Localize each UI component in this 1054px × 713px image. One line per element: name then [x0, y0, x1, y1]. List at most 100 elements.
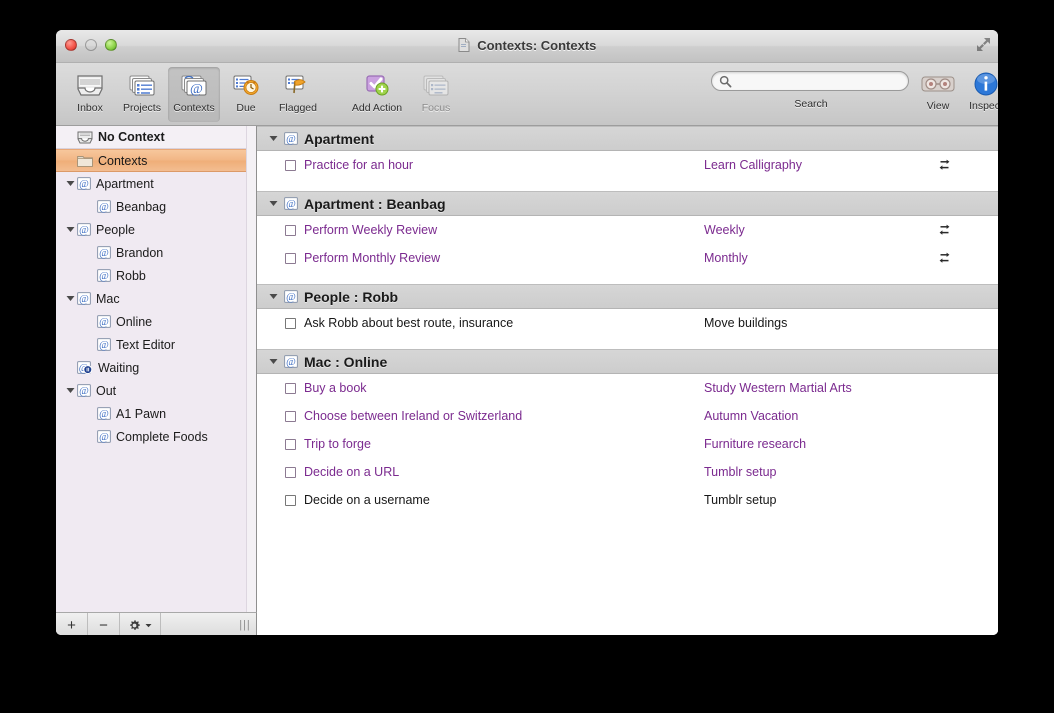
sidebar-item-label: Beanbag [116, 200, 256, 214]
task-project: Learn Calligraphy [704, 158, 924, 172]
disclosure-triangle-icon[interactable] [269, 293, 278, 300]
svg-text:@: @ [79, 386, 89, 397]
search-icon [719, 75, 732, 93]
group-header[interactable]: @Mac : Online [257, 349, 998, 374]
task-row[interactable]: Buy a bookStudy Western Martial Arts [257, 374, 998, 402]
search-input[interactable] [735, 74, 904, 91]
task-checkbox[interactable] [285, 318, 296, 329]
task-checkbox[interactable] [285, 383, 296, 394]
toolbar-item-add-action[interactable]: Add Action [344, 67, 410, 122]
group-header[interactable]: @Apartment [257, 126, 998, 151]
task-row[interactable]: Perform Monthly ReviewMonthly [257, 244, 998, 272]
svg-text:@: @ [99, 432, 109, 443]
repeat-icon [937, 251, 952, 265]
settings-menu-button[interactable] [120, 613, 161, 635]
task-checkbox[interactable] [285, 160, 296, 171]
sidebar-item-mac[interactable]: @ Mac [56, 287, 256, 310]
window-title: Contexts: Contexts [56, 38, 998, 55]
disclosure-triangle-icon[interactable] [64, 180, 77, 187]
toolbar-item-focus[interactable]: Focus [410, 67, 462, 122]
remove-context-label: − [99, 617, 108, 634]
context-at-icon: @ [97, 269, 111, 282]
disclosure-triangle-icon[interactable] [64, 226, 77, 233]
disclosure-triangle-icon[interactable] [64, 295, 77, 302]
task-checkbox[interactable] [285, 467, 296, 478]
toolbar-item-projects[interactable]: Projects [116, 67, 168, 122]
title-bar: Contexts: Contexts [56, 30, 998, 63]
zoom-button[interactable] [105, 39, 117, 51]
add-context-button[interactable]: + [56, 613, 88, 635]
sidebar-item-a1-pawn[interactable]: @A1 Pawn [56, 402, 256, 425]
context-at-icon: @ [77, 384, 91, 397]
task-checkbox[interactable] [285, 439, 296, 450]
minimize-button[interactable] [85, 39, 97, 51]
svg-text:@: @ [99, 248, 109, 259]
sidebar-item-apartment[interactable]: @Apartment [56, 172, 256, 195]
disclosure-triangle-icon[interactable] [64, 387, 77, 394]
task-row[interactable]: Ask Robb about best route, insuranceMove… [257, 309, 998, 337]
task-checkbox[interactable] [285, 253, 296, 264]
group-title: Apartment : Beanbag [304, 196, 446, 212]
disclosure-triangle-icon[interactable] [269, 200, 278, 207]
disclosure-triangle-icon[interactable] [269, 358, 278, 365]
view-icon [920, 70, 956, 98]
close-button[interactable] [65, 39, 77, 51]
svg-text:@: @ [99, 340, 109, 351]
context-at-icon: @ [97, 407, 111, 420]
sidebar-item-no-context[interactable]: No Context [56, 126, 256, 149]
svg-text:@: @ [99, 202, 109, 213]
sidebar-item-people[interactable]: @People [56, 218, 256, 241]
task-project: Weekly [704, 223, 924, 237]
task-row[interactable]: Decide on a URLTumblr setup [257, 458, 998, 486]
toolbar-item-due[interactable]: Due [220, 67, 272, 122]
toolbar-item-flagged[interactable]: Flagged [272, 67, 324, 122]
remove-context-button[interactable]: − [88, 613, 120, 635]
sidebar-item-brandon[interactable]: @Brandon [56, 241, 256, 264]
task-project: Tumblr setup [704, 465, 924, 479]
toolbar-item-view[interactable]: View [916, 69, 960, 124]
task-row[interactable]: Decide on a usernameTumblr setup [257, 486, 998, 514]
chevron-down-icon [145, 623, 152, 628]
context-at-icon: @ [284, 197, 298, 210]
resize-grip[interactable]: ||| [234, 613, 256, 635]
fullscreen-icon[interactable] [976, 37, 991, 52]
task-name: Perform Weekly Review [304, 223, 704, 237]
context-at-icon: @ [77, 292, 91, 305]
task-name: Ask Robb about best route, insurance [304, 316, 704, 330]
task-list: @ApartmentPractice for an hourLearn Call… [257, 126, 998, 635]
task-checkbox[interactable] [285, 225, 296, 236]
disclosure-triangle-icon[interactable] [269, 135, 278, 142]
sidebar: No ContextContexts@Apartment @ Beanbag @Peo… [56, 126, 257, 635]
sidebar-item-robb[interactable]: @Robb [56, 264, 256, 287]
group-header[interactable]: @People : Robb [257, 284, 998, 309]
task-checkbox[interactable] [285, 411, 296, 422]
toolbar-item-inbox[interactable]: Inbox [64, 67, 116, 122]
sidebar-item-beanbag[interactable]: @ Beanbag [56, 195, 256, 218]
sidebar-item-text-editor[interactable]: @Text Editor [56, 333, 256, 356]
toolbar-right-group: View Inspect [916, 69, 998, 124]
search-label: Search [711, 98, 911, 110]
task-checkbox[interactable] [285, 495, 296, 506]
context-at-icon: @ [77, 223, 91, 236]
sidebar-item-waiting[interactable]: @Waiting [56, 356, 256, 379]
sidebar-scrollbar[interactable] [246, 126, 256, 635]
sidebar-item-out[interactable]: @Out [56, 379, 256, 402]
sidebar-item-label: Waiting [98, 361, 256, 375]
svg-text:@: @ [286, 357, 296, 368]
group-header[interactable]: @ Apartment : Beanbag [257, 191, 998, 216]
document-icon [458, 38, 470, 55]
sidebar-item-contexts[interactable]: Contexts [56, 149, 256, 172]
sidebar-item-online[interactable]: @Online [56, 310, 256, 333]
task-row[interactable]: Trip to forgeFurniture research [257, 430, 998, 458]
toolbar-item-add-action-label: Add Action [352, 102, 402, 114]
context-at-icon: @ [97, 200, 111, 213]
task-row[interactable]: Perform Weekly ReviewWeekly [257, 216, 998, 244]
search-area: Search [711, 71, 911, 110]
search-box[interactable] [711, 71, 909, 91]
toolbar-item-contexts[interactable]: @ Contexts [168, 67, 220, 122]
toolbar-item-inspect[interactable]: Inspect [964, 69, 998, 124]
task-row[interactable]: Choose between Ireland or SwitzerlandAut… [257, 402, 998, 430]
sidebar-item-complete-foods[interactable]: @Complete Foods [56, 425, 256, 448]
task-row[interactable]: Practice for an hourLearn Calligraphy [257, 151, 998, 179]
sidebar-item-label: Mac [96, 292, 256, 306]
